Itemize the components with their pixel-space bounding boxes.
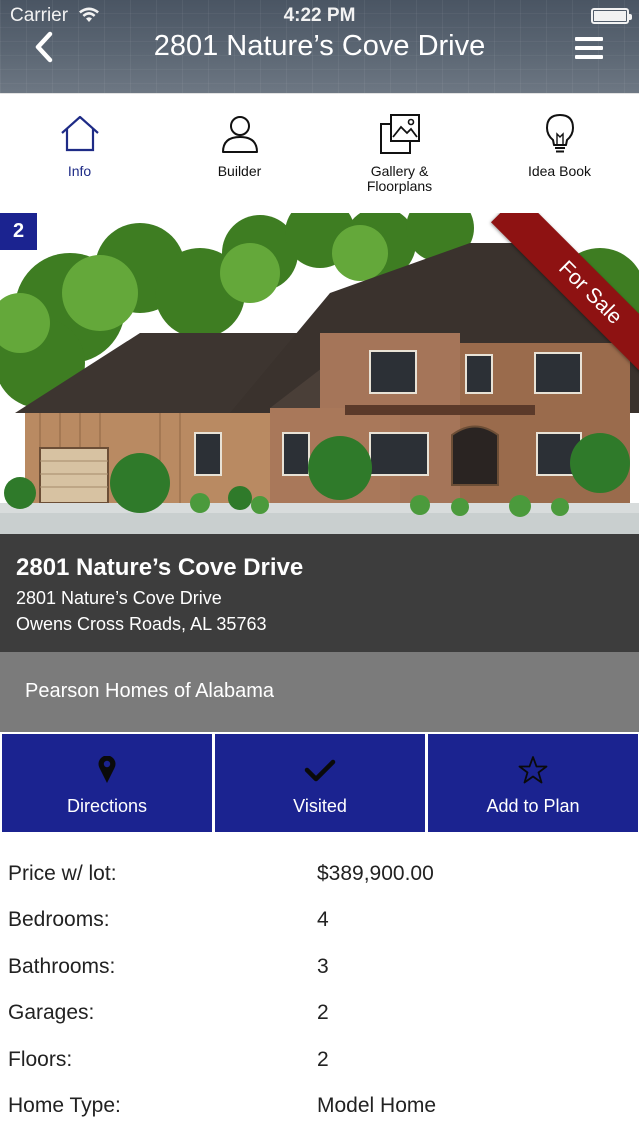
tab-builder-label: Builder	[217, 163, 262, 179]
home-rendering-image[interactable]: 2 For Sale	[0, 213, 639, 534]
detail-label: Home Type:	[8, 1093, 121, 1117]
gallery-icon	[379, 114, 420, 154]
person-icon	[221, 116, 258, 153]
home-details-list: Price w/ lot: $389,900.00 Bedrooms: 4 Ba…	[0, 850, 639, 1128]
lightbulb-icon	[545, 114, 574, 153]
star-outline-icon	[518, 756, 548, 784]
detail-row-garages: Garages: 2	[0, 989, 639, 1035]
detail-value: 3	[317, 954, 329, 978]
navigation-bar: 2801 Nature’s Cove Drive	[0, 28, 639, 88]
app-header: Carrier 4:22 PM 2801 Nature’s Cove Drive	[0, 0, 639, 93]
tab-gallery-floorplans[interactable]: Gallery & Floorplans	[320, 112, 479, 202]
tab-info[interactable]: Info	[0, 112, 159, 202]
add-to-plan-button[interactable]: Add to Plan	[428, 734, 638, 832]
directions-button[interactable]: Directions	[2, 734, 212, 832]
detail-row-floors: Floors: 2	[0, 1036, 639, 1082]
tab-builder[interactable]: Builder	[160, 112, 319, 202]
detail-label: Bedrooms:	[8, 908, 110, 932]
tab-gallery-label: Gallery & Floorplans	[366, 163, 433, 194]
detail-row-bathrooms: Bathrooms: 3	[0, 943, 639, 989]
tab-idea-book-label: Idea Book	[527, 163, 592, 179]
page-title: 2801 Nature’s Cove Drive	[153, 30, 486, 62]
house-icon	[60, 115, 99, 152]
detail-value: 4	[317, 908, 329, 932]
menu-button[interactable]	[575, 34, 609, 62]
detail-label: Price w/ lot:	[8, 862, 117, 885]
detail-label: Garages:	[8, 1001, 95, 1025]
street-address: 2801 Nature’s Cove Drive	[16, 588, 222, 608]
listing-number-badge: 2	[0, 213, 37, 250]
detail-label: Floors:	[8, 1047, 73, 1071]
city-state-zip: Owens Cross Roads, AL 35763	[16, 614, 267, 634]
directions-label: Directions	[66, 796, 148, 816]
tab-idea-book[interactable]: Idea Book	[480, 112, 639, 202]
action-buttons: Directions Visited Add to Plan	[0, 734, 639, 832]
detail-row-home-type: Home Type: Model Home	[0, 1082, 639, 1128]
tab-info-label: Info	[67, 163, 92, 179]
add-to-plan-label: Add to Plan	[486, 796, 580, 816]
address-title: 2801 Nature’s Cove Drive	[16, 554, 304, 581]
visited-label: Visited	[293, 796, 347, 816]
detail-value: $389,900.00	[317, 862, 434, 885]
battery-icon	[591, 8, 632, 24]
detail-row-bedrooms: Bedrooms: 4	[0, 896, 639, 942]
checkmark-icon	[304, 759, 336, 782]
status-time: 4:22 PM	[283, 5, 356, 26]
builder-row[interactable]: Pearson Homes of Alabama	[0, 652, 639, 732]
hamburger-icon	[575, 37, 603, 41]
detail-value: Model Home	[317, 1093, 437, 1117]
map-pin-icon	[98, 756, 116, 783]
detail-label: Bathrooms:	[8, 954, 116, 978]
address-block: 2801 Nature’s Cove Drive 2801 Nature’s C…	[0, 534, 639, 652]
section-tab-bar: Info Builder Gallery & Floorplans Idea B…	[0, 93, 639, 213]
detail-value: 2	[317, 1047, 329, 1071]
detail-row-price: Price w/ lot: $389,900.00	[0, 850, 639, 896]
visited-button[interactable]: Visited	[215, 734, 425, 832]
detail-value: 2	[317, 1001, 329, 1025]
builder-name: Pearson Homes of Alabama	[25, 680, 275, 702]
